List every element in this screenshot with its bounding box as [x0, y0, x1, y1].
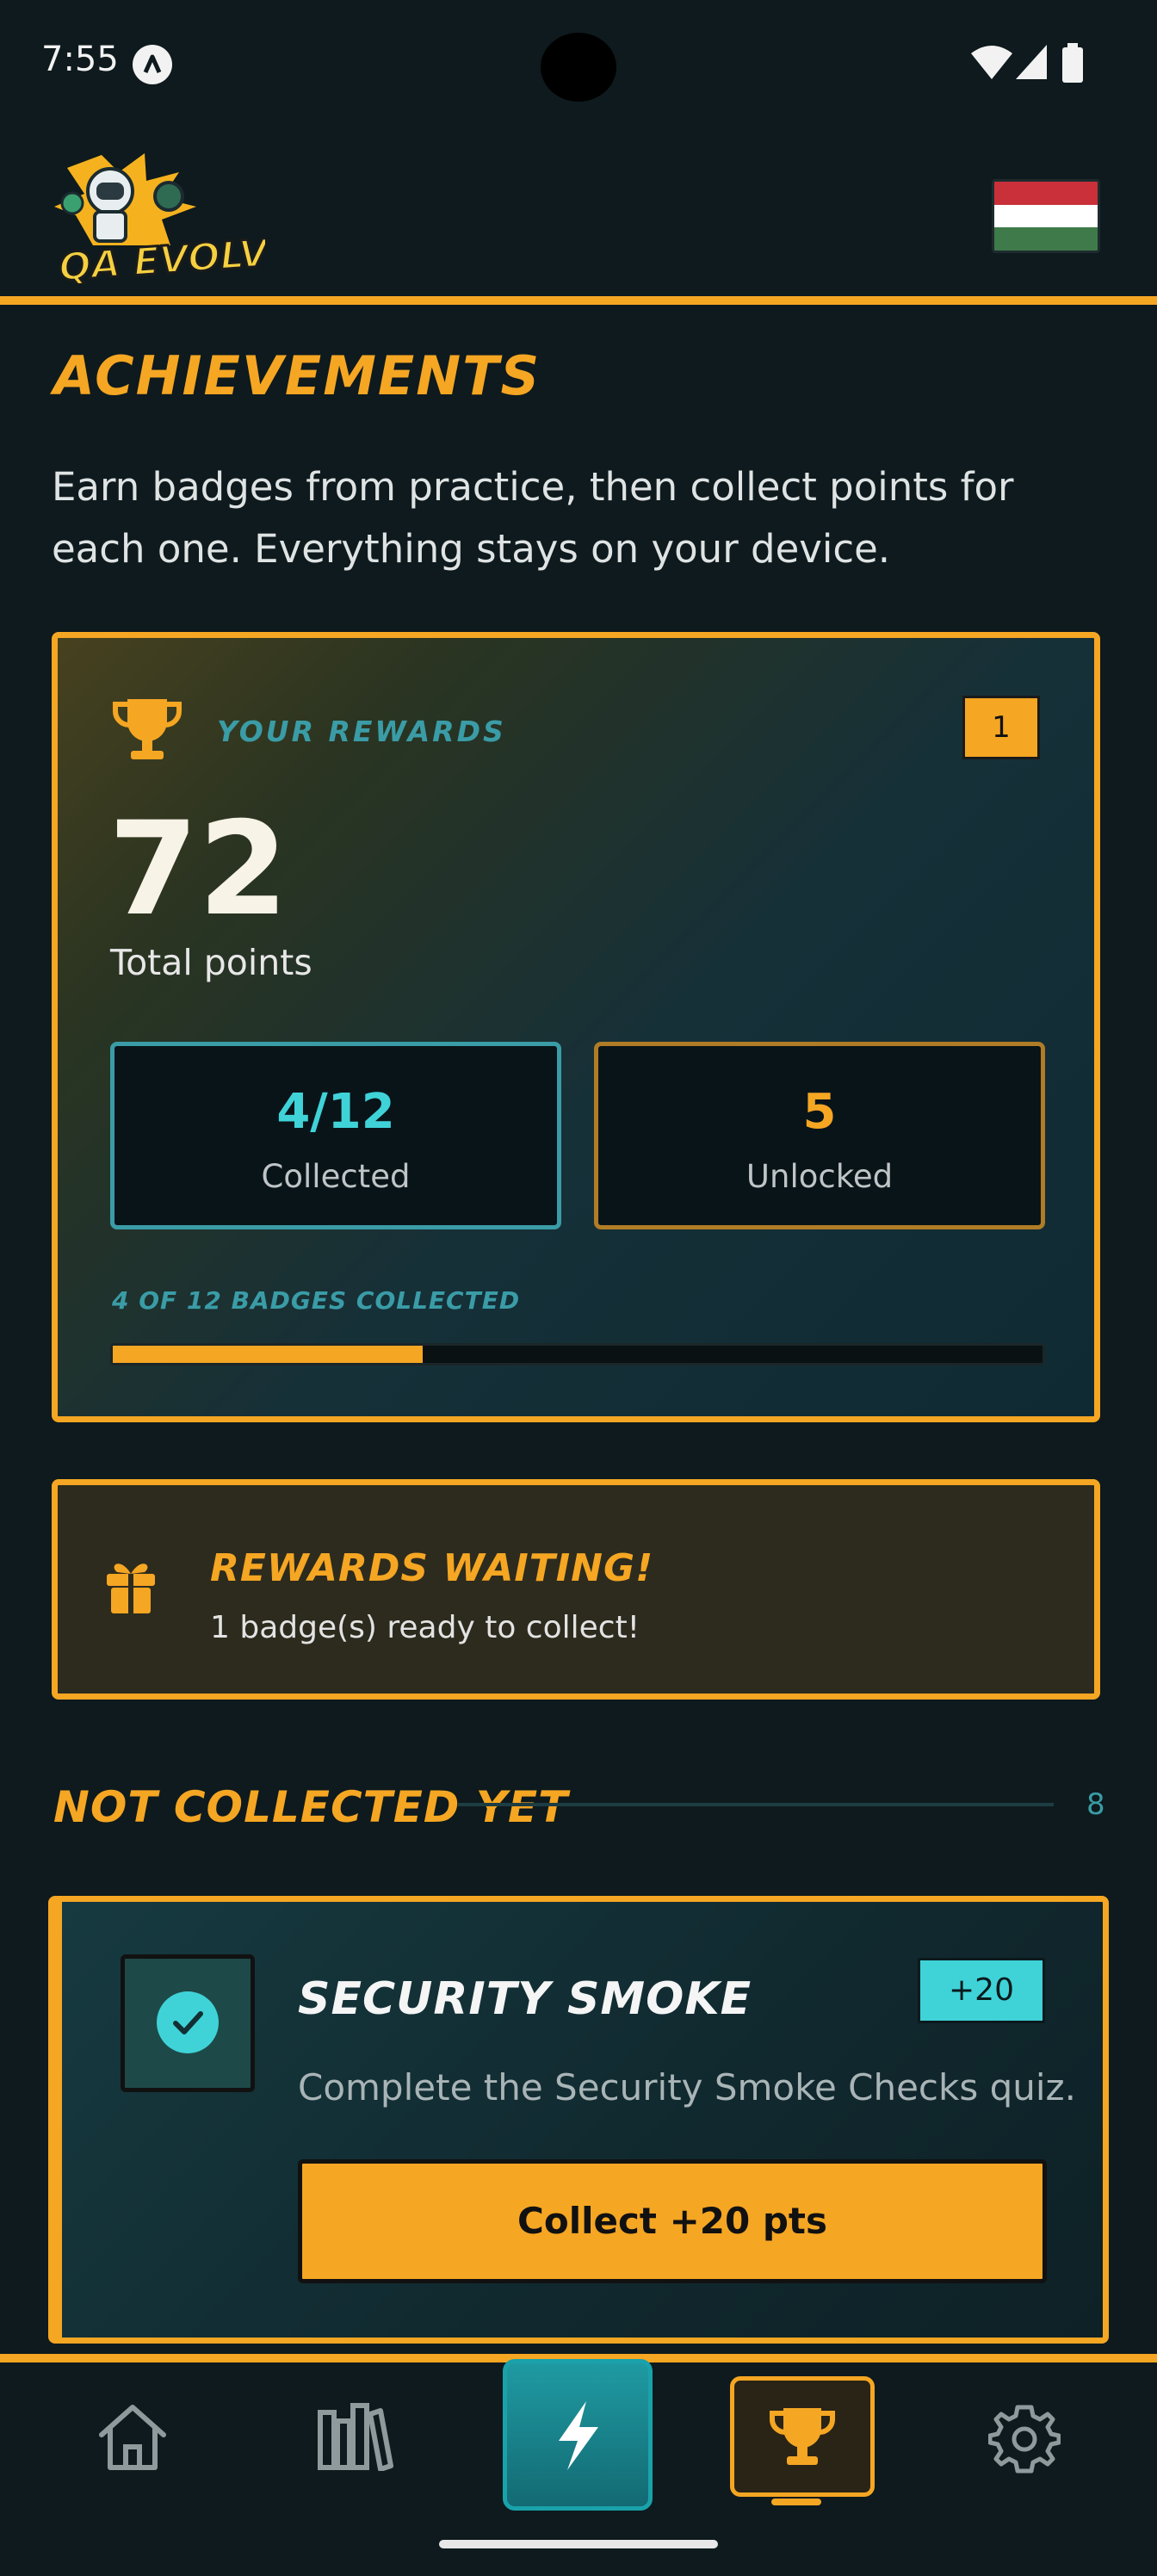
progress-caption: 4 OF 12 BADGES COLLECTED	[112, 1286, 521, 1315]
app-notification-icon	[133, 45, 172, 84]
battery-icon	[1061, 43, 1085, 86]
page-title: ACHIEVEMENTS	[53, 344, 541, 407]
trophy-icon	[770, 2408, 835, 2465]
nav-library[interactable]	[317, 2402, 394, 2474]
home-gesture-bar[interactable]	[439, 2540, 718, 2548]
library-icon	[318, 2403, 393, 2472]
collect-button[interactable]: Collect +20 pts	[298, 2159, 1047, 2283]
nav-home[interactable]	[96, 2402, 169, 2474]
wifi-icon	[971, 45, 1012, 83]
header-divider	[0, 296, 1157, 305]
section-title: NOT COLLECTED YET	[53, 1782, 569, 1832]
nav-settings[interactable]	[987, 2402, 1061, 2478]
lightning-icon	[559, 2401, 598, 2470]
total-points-label: Total points	[110, 942, 312, 983]
waiting-title: REWARDS WAITING!	[210, 1546, 654, 1590]
app-logo[interactable]: QA EVOLVE	[41, 146, 297, 291]
gear-icon	[987, 2405, 1061, 2474]
unlocked-label: Unlocked	[746, 1158, 894, 1195]
status-time: 7:55	[41, 40, 119, 79]
badge-name: SECURITY SMOKE	[298, 1973, 752, 2025]
waiting-text: 1 badge(s) ready to collect!	[210, 1610, 640, 1645]
section-divider	[458, 1803, 1054, 1806]
camera-cutout	[541, 33, 616, 102]
trophy-icon	[110, 696, 184, 768]
page-subtitle: Earn badges from practice, then collect …	[52, 464, 1014, 572]
nav-active-indicator	[771, 2499, 821, 2505]
rewards-label: YOUR REWARDS	[217, 715, 506, 748]
section-count: 8	[1086, 1787, 1105, 1822]
badge-description: Complete the Security Smoke Checks quiz.	[298, 2066, 1076, 2108]
check-icon	[157, 1991, 219, 2053]
signal-icon	[1016, 45, 1047, 83]
level-badge: 1	[962, 696, 1040, 759]
progress-fill	[113, 1346, 423, 1363]
total-points-value: 72	[108, 795, 288, 944]
progress-bar	[110, 1343, 1045, 1365]
hungary-flag-icon[interactable]	[992, 179, 1100, 253]
nav-achievements[interactable]	[730, 2376, 875, 2497]
unlocked-stat: 5 Unlocked	[594, 1042, 1045, 1229]
unlocked-value: 5	[802, 1084, 837, 1140]
home-icon	[99, 2405, 166, 2470]
collected-stat: 4/12 Collected	[110, 1042, 561, 1229]
gift-icon	[103, 1557, 158, 1619]
collected-label: Collected	[261, 1158, 411, 1195]
badge-points: +20	[918, 1958, 1045, 2023]
nav-quick-practice[interactable]	[503, 2359, 653, 2511]
collected-value: 4/12	[276, 1084, 395, 1140]
